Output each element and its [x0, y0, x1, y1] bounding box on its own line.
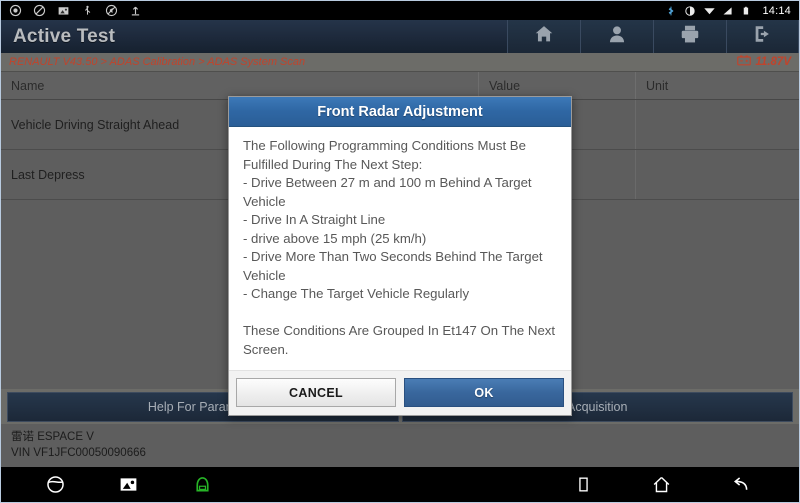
cell-unit	[636, 100, 799, 149]
battery-voltage-icon	[737, 53, 752, 71]
nav-left-group	[1, 474, 574, 495]
column-header-value: Value	[479, 72, 636, 99]
brightness-icon	[684, 4, 697, 17]
status-bar-right-icons: 14:14	[665, 4, 799, 17]
nav-right-group	[574, 474, 799, 495]
column-header-name: Name	[1, 72, 479, 99]
vci-connector-icon[interactable]	[191, 474, 214, 495]
home-icon[interactable]	[651, 474, 672, 495]
vehicle-vin: VIN VF1JFC00050090666	[11, 447, 146, 459]
voltage-indicator: 11.87V	[737, 53, 799, 71]
page-title: Active Test	[13, 25, 116, 47]
mute-icon	[105, 4, 118, 17]
exit-icon	[752, 23, 774, 50]
gallery-icon[interactable]	[118, 474, 139, 495]
user-icon	[606, 23, 628, 50]
dialog-body: The Following Programming Conditions Mus…	[229, 127, 571, 370]
breadcrumb-bar: RENAULT V43.50 > ADAS Calibration > ADAS…	[1, 53, 799, 72]
browser-icon[interactable]	[45, 474, 66, 495]
bluetooth-icon	[665, 4, 678, 17]
cell-unit	[636, 150, 799, 199]
screenshot-icon	[57, 4, 70, 17]
app-root: 14:14 Active Test RENAULT V43.50 > ADAS …	[0, 0, 800, 503]
android-navigation-bar	[1, 467, 799, 502]
no-entry-icon	[33, 4, 46, 17]
home-icon	[533, 23, 555, 50]
dialog-title: Front Radar Adjustment	[317, 103, 483, 120]
toolbar	[507, 20, 799, 53]
upload-icon	[129, 4, 142, 17]
breadcrumb: RENAULT V43.50 > ADAS Calibration > ADAS…	[9, 56, 306, 68]
recents-icon[interactable]	[574, 475, 593, 494]
ok-button[interactable]: OK	[404, 378, 564, 407]
status-bar-clock: 14:14	[762, 4, 791, 17]
wifi-icon	[703, 4, 716, 17]
back-icon[interactable]	[730, 474, 751, 495]
android-status-bar: 14:14	[1, 1, 799, 20]
home-button[interactable]	[507, 20, 580, 53]
record-icon	[9, 4, 22, 17]
vehicle-info: 雷诺 ESPACE V VIN VF1JFC00050090666	[1, 424, 799, 467]
status-bar-left-icons	[1, 4, 665, 17]
dialog-header: Front Radar Adjustment	[229, 97, 571, 127]
dialog-message: The Following Programming Conditions Mus…	[243, 138, 556, 357]
printer-icon	[679, 23, 701, 50]
voltage-value: 11.87V	[755, 56, 791, 68]
dialog-footer: CANCEL OK	[229, 370, 571, 415]
column-header-unit: Unit	[646, 78, 669, 93]
signal-icon	[722, 4, 735, 17]
vehicle-model: 雷诺 ESPACE V	[11, 431, 94, 443]
app-title-bar: Active Test	[1, 20, 799, 53]
user-button[interactable]	[580, 20, 653, 53]
cancel-button[interactable]: CANCEL	[236, 378, 396, 407]
usb-icon	[81, 4, 94, 17]
exit-button[interactable]	[726, 20, 799, 53]
front-radar-adjustment-dialog: Front Radar Adjustment The Following Pro…	[228, 96, 572, 416]
battery-icon	[741, 4, 754, 17]
print-button[interactable]	[653, 20, 726, 53]
